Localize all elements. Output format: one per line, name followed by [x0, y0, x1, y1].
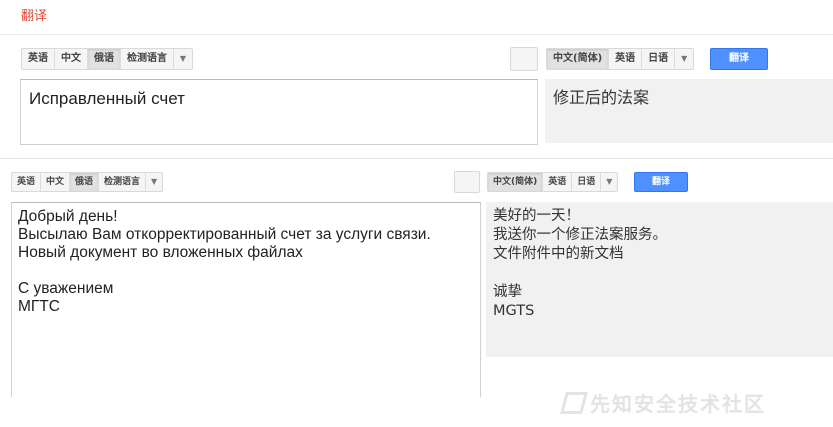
- chevron-down-icon: ▼: [606, 177, 613, 186]
- source-language-bar: 英语 中文 俄语 检测语言 ▼: [11, 172, 164, 192]
- source-text-input[interactable]: Исправленный счет: [20, 79, 538, 145]
- swap-languages-button[interactable]: [454, 171, 480, 193]
- source-lang-dropdown[interactable]: ▼: [174, 49, 192, 69]
- source-language-bar: 英语 中文 俄语 检测语言 ▼: [21, 48, 193, 70]
- target-language-bar: 中文(简体) 英语 日语 ▼: [546, 48, 695, 70]
- target-lang-dropdown[interactable]: ▼: [675, 49, 693, 69]
- source-lang-english[interactable]: 英语: [12, 173, 42, 191]
- watermark-text: 先知安全技术社区: [590, 392, 766, 416]
- source-lang-chinese[interactable]: 中文: [41, 173, 71, 191]
- target-lang-chinese-simplified[interactable]: 中文(简体): [488, 173, 544, 191]
- source-lang-chinese[interactable]: 中文: [55, 49, 88, 69]
- translate-button[interactable]: 翻译: [634, 172, 688, 192]
- source-lang-english[interactable]: 英语: [22, 49, 55, 69]
- swap-languages-button[interactable]: [510, 47, 538, 71]
- source-text-input[interactable]: Добрый день! Высылаю Вам откорректирован…: [11, 202, 481, 397]
- source-lang-russian[interactable]: 俄语: [70, 173, 100, 191]
- source-lang-detect[interactable]: 检测语言: [99, 173, 147, 191]
- translation-result: 美好的一天！ 我送你一个修正法案服务。 文件附件中的新文档 诚挚 MGTS: [486, 202, 833, 357]
- target-lang-dropdown[interactable]: ▼: [601, 173, 617, 191]
- source-lang-dropdown[interactable]: ▼: [146, 173, 162, 191]
- chevron-down-icon: ▼: [179, 54, 187, 63]
- target-lang-chinese-simplified[interactable]: 中文(简体): [547, 49, 610, 69]
- watermark-logo-icon: [560, 391, 588, 414]
- target-lang-japanese[interactable]: 日语: [642, 49, 676, 69]
- divider: [0, 158, 833, 159]
- target-lang-english[interactable]: 英语: [543, 173, 573, 191]
- translate-button[interactable]: 翻译: [710, 48, 768, 70]
- divider: [0, 34, 833, 35]
- source-lang-detect[interactable]: 检测语言: [121, 49, 174, 69]
- target-lang-japanese[interactable]: 日语: [572, 173, 602, 191]
- chevron-down-icon: ▼: [681, 54, 688, 63]
- translation-result: 修正后的法案: [545, 79, 833, 143]
- target-lang-english[interactable]: 英语: [609, 49, 643, 69]
- source-lang-russian[interactable]: 俄语: [88, 49, 121, 69]
- page-title: 翻译: [21, 9, 48, 24]
- target-language-bar: 中文(简体) 英语 日语 ▼: [487, 172, 619, 192]
- watermark: 先知安全技术社区: [560, 388, 766, 417]
- chevron-down-icon: ▼: [150, 177, 158, 186]
